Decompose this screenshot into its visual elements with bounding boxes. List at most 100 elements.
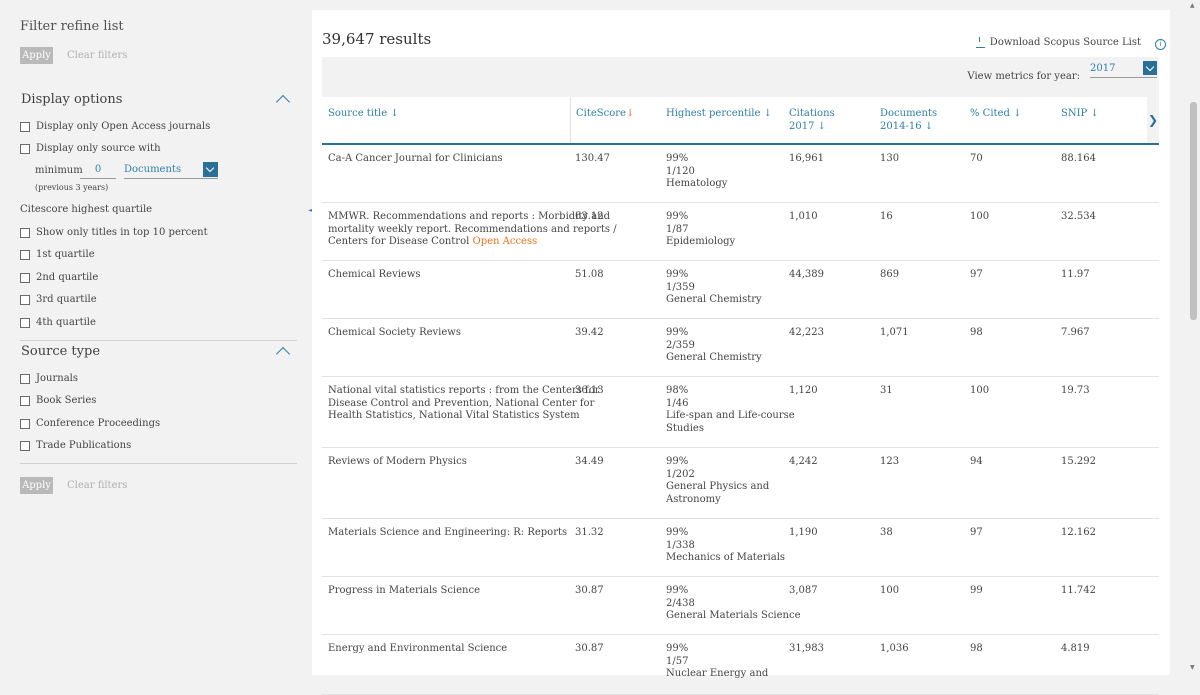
checkbox-icon[interactable] (20, 373, 30, 384)
results-count: 39,647 results (322, 30, 432, 48)
col-documents[interactable]: Documents 2014-16 ↓ (880, 107, 937, 133)
col-citations[interactable]: Citations 2017 ↓ (789, 107, 835, 133)
snip-cell: 15.292 (1061, 456, 1096, 467)
download-source-list-link[interactable]: Download Scopus Source List (975, 36, 1141, 48)
open-access-checkbox[interactable]: Display only Open Access journals (20, 121, 210, 132)
col-highest-percentile[interactable]: Highest percentile ↓ (666, 107, 772, 120)
col-pct-cited[interactable]: % Cited ↓ (970, 107, 1021, 120)
percentile-cell: 99% 2/359 General Chemistry (666, 327, 762, 363)
quartile-1st-checkbox[interactable]: 1st quartile (20, 249, 95, 260)
source-journals-checkbox[interactable]: Journals (20, 373, 78, 384)
quartile-4th-checkbox[interactable]: 4th quartile (20, 317, 96, 328)
table-row[interactable]: Energy and Environmental Science 30.87 99%… (322, 635, 1159, 695)
table-row[interactable]: Progress in Materials Science 30.87 99% 2/4… (322, 577, 1159, 635)
source-title-cell[interactable]: Energy and Environmental Science (328, 643, 507, 656)
pct-cited-cell: 98 (970, 643, 983, 654)
source-conference-checkbox[interactable]: Conference Proceedings (20, 418, 160, 429)
scrollbar-thumb[interactable] (1190, 102, 1197, 320)
source-title-cell[interactable]: National vital statistics reports : from… (328, 385, 600, 423)
info-icon[interactable]: i (1155, 39, 1166, 50)
citescore-cell: 30.87 (575, 585, 604, 596)
col-citescore[interactable]: CiteScore↓ (576, 107, 634, 120)
pct-cited-cell: 98 (970, 327, 983, 338)
checkbox-icon[interactable] (20, 317, 30, 328)
minimum-input[interactable]: 0 (80, 162, 116, 179)
checkbox-icon[interactable] (20, 227, 30, 238)
checkbox-icon[interactable] (20, 272, 30, 283)
checkbox-icon[interactable] (20, 395, 30, 406)
citations-cell: 31,983 (789, 643, 824, 654)
divider (20, 340, 297, 341)
table-row[interactable]: MMWR. Recommendations and reports : Morb… (322, 203, 1159, 261)
table-row[interactable]: Materials Science and Engineering: R: Re… (322, 519, 1159, 577)
quartile-3rd-checkbox[interactable]: 3rd quartile (20, 294, 97, 305)
col-snip[interactable]: SNIP ↓ (1061, 107, 1099, 120)
source-title-cell[interactable]: Progress in Materials Science (328, 585, 480, 598)
documents-select[interactable]: Documents (124, 162, 218, 179)
scroll-up-icon[interactable]: ▲ (1190, 2, 1195, 9)
source-title-cell[interactable]: Ca-A Cancer Journal for Clinicians (328, 153, 503, 166)
source-type-heading: Source type (21, 344, 101, 359)
checkbox-icon[interactable] (20, 440, 30, 451)
citations-cell: 1,190 (789, 527, 818, 538)
checkbox-icon[interactable] (20, 418, 30, 429)
snip-cell: 7.967 (1061, 327, 1090, 338)
citescore-cell: 63.12 (575, 211, 604, 222)
apply-button[interactable]: Apply (20, 47, 53, 64)
snip-cell: 11.742 (1061, 585, 1096, 596)
snip-cell: 32.534 (1061, 211, 1096, 222)
checkbox-icon[interactable] (20, 143, 30, 154)
checkbox-icon[interactable] (20, 121, 30, 132)
documents-cell: 16 (880, 211, 893, 222)
citations-cell: 1,010 (789, 211, 818, 222)
chevron-up-icon[interactable] (275, 346, 291, 362)
citescore-cell: 130.47 (575, 153, 610, 164)
clear-filters-link-bottom[interactable]: Clear filters (67, 480, 127, 491)
source-trade-checkbox[interactable]: Trade Publications (20, 440, 131, 451)
checkbox-icon[interactable] (20, 294, 30, 305)
table-row[interactable]: Chemical Reviews 51.08 99% 1/359 General Che… (322, 261, 1159, 319)
percentile-cell: 99% 1/120 Hematology (666, 153, 728, 189)
source-bookseries-checkbox[interactable]: Book Series (20, 395, 96, 406)
only-source-checkbox[interactable]: Display only source with (20, 143, 161, 154)
col-source-title[interactable]: Source title ↓ (328, 107, 399, 120)
citescore-cell: 39.42 (575, 327, 604, 338)
display-options-heading: Display options (21, 92, 123, 107)
documents-cell: 869 (880, 269, 900, 280)
source-title-cell[interactable]: Chemical Society Reviews (328, 327, 461, 340)
page-scrollbar[interactable]: ▲ ▼ (1186, 0, 1200, 675)
chevron-down-icon[interactable] (1143, 61, 1157, 75)
snip-cell: 88.164 (1061, 153, 1096, 164)
previous-years-note: (previous 3 years) (35, 183, 109, 192)
source-title-cell[interactable]: MMWR. Recommendations and reports : Morb… (328, 211, 617, 249)
scroll-down-icon[interactable]: ▼ (1190, 664, 1195, 671)
source-title-cell[interactable]: Materials Science and Engineering: R: Re… (328, 527, 567, 540)
sort-arrow-icon: ↓ (390, 108, 399, 119)
apply-button-bottom[interactable]: Apply (20, 477, 53, 494)
citations-cell: 4,242 (789, 456, 818, 467)
year-select[interactable]: 2017 (1090, 61, 1157, 78)
chevron-right-icon[interactable]: ❯ (1147, 97, 1159, 143)
divider (20, 463, 297, 464)
quartile-2nd-checkbox[interactable]: 2nd quartile (20, 272, 98, 283)
pct-cited-cell: 94 (970, 456, 983, 467)
chevron-up-icon[interactable] (275, 94, 291, 110)
quartile-top10-checkbox[interactable]: Show only titles in top 10 percent (20, 227, 208, 238)
minimum-label: minimum (35, 165, 83, 176)
table-row[interactable]: Ca-A Cancer Journal for Clinicians 130.47… (322, 145, 1159, 203)
table-row[interactable]: Chemical Society Reviews 39.42 99% 2/359 Gen… (322, 319, 1159, 377)
clear-filters-link[interactable]: Clear filters (67, 50, 127, 61)
chevron-down-icon[interactable] (203, 162, 218, 177)
documents-cell: 100 (880, 585, 900, 596)
source-title-cell[interactable]: Chemical Reviews (328, 269, 421, 282)
filter-title: Filter refine list (20, 19, 124, 34)
checkbox-icon[interactable] (20, 249, 30, 260)
pct-cited-cell: 70 (970, 153, 983, 164)
filter-sidebar: Filter refine list Apply Clear filters D… (0, 0, 312, 675)
table-row[interactable]: National vital statistics reports : from… (322, 377, 1159, 448)
sort-arrow-icon: ↓ (924, 121, 934, 132)
source-title-cell[interactable]: Reviews of Modern Physics (328, 456, 467, 469)
percentile-cell: 98% 1/46 Life-span and Life-course Studies (666, 385, 795, 434)
citations-cell: 16,961 (789, 153, 824, 164)
table-row[interactable]: Reviews of Modern Physics 34.49 99% 1/202 Ge… (322, 448, 1159, 519)
